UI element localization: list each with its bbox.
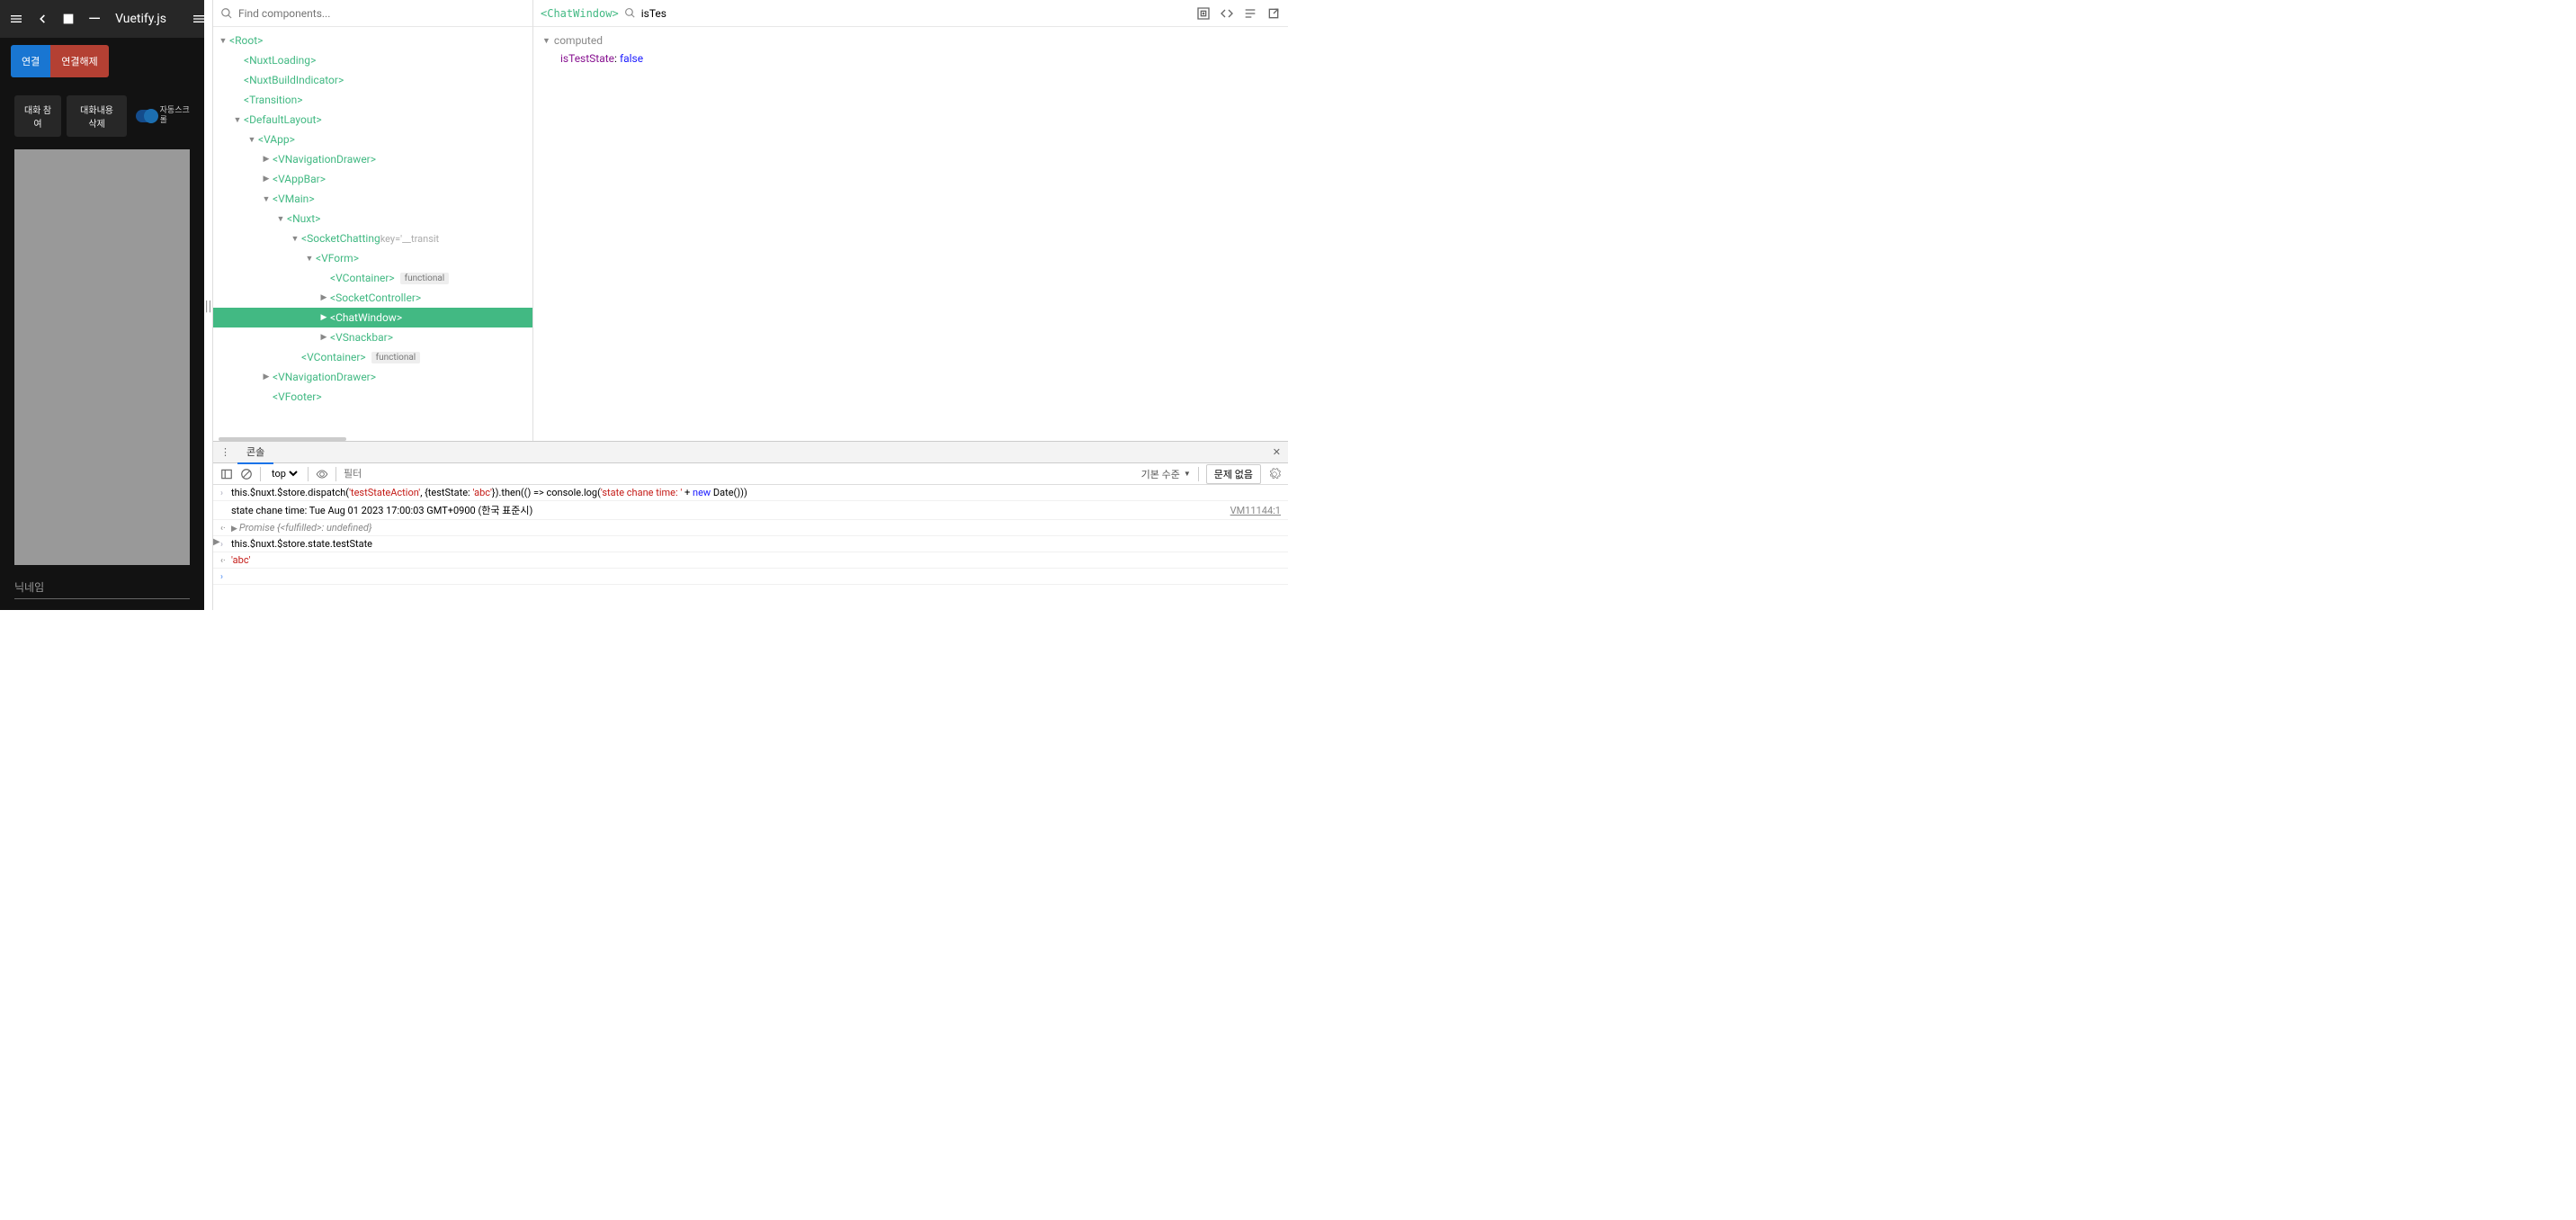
arrow-icon[interactable] (262, 175, 271, 184)
menu-icon[interactable] (9, 10, 23, 28)
source-link[interactable]: VM11144:1 (1230, 505, 1281, 516)
list-icon[interactable] (1243, 6, 1257, 21)
tree-node-nuxt[interactable]: <Nuxt> (213, 209, 532, 229)
app-bar: — Vuetify.js (0, 0, 204, 38)
console-filter-input[interactable] (344, 468, 883, 480)
arrow-icon[interactable] (262, 372, 271, 381)
arrow-icon[interactable] (291, 234, 300, 243)
nickname-label: 닉네임 (14, 581, 44, 594)
arrow-icon[interactable] (319, 293, 328, 302)
console-line[interactable]: ‹· ▶Promise {<fulfilled>: undefined} (213, 520, 1288, 536)
eye-icon[interactable] (316, 468, 328, 480)
console-input[interactable] (231, 570, 1281, 582)
component-search (213, 0, 532, 27)
console-toolbar: top 기본 수준 ▼ 문제 없음 (213, 463, 1288, 485)
issues-button[interactable]: 문제 없음 (1206, 464, 1261, 484)
computed-section[interactable]: ▼ computed (542, 34, 1279, 47)
inspector-tools (1196, 6, 1281, 21)
inspector-body: ▼ computed isTestState: false (533, 27, 1288, 441)
tree-node-vnavigationdrawer[interactable]: <VNavigationDrawer> (213, 367, 532, 387)
tree-node-vcontainer[interactable]: <VContainer>functional (213, 347, 532, 367)
log-level-select[interactable]: 기본 수준 ▼ (1141, 467, 1191, 481)
arrow-icon[interactable] (276, 214, 285, 223)
autoscroll-label: 자동스크롤 (160, 106, 190, 126)
console-tab[interactable]: 콘솔 (237, 441, 273, 464)
tree-node-root[interactable]: <Root> (213, 31, 532, 50)
tree-node-vsnackbar[interactable]: <VSnackbar> (213, 327, 532, 347)
console-input-line[interactable]: › (213, 569, 1288, 585)
arrow-icon[interactable] (247, 135, 256, 144)
more-icon[interactable]: ⋮ (213, 446, 237, 458)
close-icon[interactable]: ✕ (1266, 446, 1288, 458)
gear-icon[interactable] (1268, 468, 1281, 480)
devtools: <Root><NuxtLoading><NuxtBuildIndicator><… (213, 0, 1288, 610)
arrow-icon[interactable] (219, 36, 228, 45)
arrow-icon[interactable] (262, 155, 271, 164)
section-label-text: computed (554, 34, 603, 47)
search-icon (624, 7, 636, 19)
clear-chat-button[interactable]: 대화내용 삭제 (67, 95, 127, 137)
target-icon[interactable] (1196, 6, 1211, 21)
console-line[interactable]: › this.$nuxt.$store.state.testState (213, 536, 1288, 552)
console-line[interactable]: ‹· 'abc' (213, 552, 1288, 569)
tree-node-nuxtbuildindicator[interactable]: <NuxtBuildIndicator> (213, 70, 532, 90)
prop-key: isTestState (560, 52, 614, 65)
tree-node-vcontainer[interactable]: <VContainer>functional (213, 268, 532, 288)
arrow-icon[interactable] (319, 333, 328, 342)
inspector-filter-input[interactable] (641, 7, 713, 20)
app-title: Vuetify.js (115, 12, 166, 26)
connection-buttons: 연결 연결해제 (0, 38, 204, 88)
console-panel: ⋮ 콘솔 ✕ top 기본 수준 ▼ 문제 없음 › this.$nuxt.$s (213, 441, 1288, 610)
console-line[interactable]: state chane time: Tue Aug 01 2023 17:00:… (213, 501, 1288, 520)
component-tree-panel: <Root><NuxtLoading><NuxtBuildIndicator><… (213, 0, 533, 441)
tree-node-chatwindow[interactable]: <ChatWindow> (213, 308, 532, 327)
arrow-icon[interactable] (262, 194, 271, 203)
autoscroll-toggle[interactable] (136, 110, 157, 122)
console-output: › this.$nuxt.$store.dispatch('testStateA… (213, 485, 1288, 610)
dash-icon: — (88, 10, 101, 29)
tree-node-defaultlayout[interactable]: <DefaultLayout> (213, 110, 532, 130)
resize-handle[interactable]: || (204, 0, 213, 610)
tree-node-vfooter[interactable]: <VFooter> (213, 387, 532, 407)
tree-node-vnavigationdrawer[interactable]: <VNavigationDrawer> (213, 149, 532, 169)
window-icon[interactable] (61, 10, 76, 28)
component-search-input[interactable] (238, 7, 525, 20)
autoscroll-toggle-wrap: 자동스크롤 (136, 106, 190, 126)
connect-button[interactable]: 연결 (11, 45, 50, 77)
arrow-icon[interactable] (305, 254, 314, 263)
clear-icon[interactable] (240, 468, 253, 480)
tree-node-vform[interactable]: <VForm> (213, 248, 532, 268)
nickname-field[interactable]: 닉네임 (14, 574, 190, 599)
join-chat-button[interactable]: 대화 참여 (14, 95, 61, 137)
tree-node-socketchatting[interactable]: <SocketChatting key='__transit (213, 229, 532, 248)
devtools-top: <Root><NuxtLoading><NuxtBuildIndicator><… (213, 0, 1288, 441)
computed-property[interactable]: isTestState: false (542, 50, 1279, 67)
popout-icon[interactable] (1266, 6, 1281, 21)
console-line[interactable]: › this.$nuxt.$store.dispatch('testStateA… (213, 485, 1288, 501)
action-row: 대화 참여 대화내용 삭제 자동스크롤 (0, 88, 204, 144)
tree-node-vappbar[interactable]: <VAppBar> (213, 169, 532, 189)
app-preview: — Vuetify.js 연결 연결해제 대화 참여 대화내용 삭제 자동스크롤… (0, 0, 204, 610)
prop-value: false (620, 52, 643, 65)
chat-area (14, 149, 190, 565)
tree-node-socketcontroller[interactable]: <SocketController> (213, 288, 532, 308)
arrow-icon[interactable] (319, 313, 328, 322)
panel-expand-icon[interactable]: ▶ (213, 537, 220, 547)
sidebar-icon[interactable] (220, 468, 233, 480)
selected-component-crumb: <ChatWindow> (541, 7, 619, 20)
tree-node-transition[interactable]: <Transition> (213, 90, 532, 110)
component-tree[interactable]: <Root><NuxtLoading><NuxtBuildIndicator><… (213, 27, 532, 437)
tree-node-vapp[interactable]: <VApp> (213, 130, 532, 149)
arrow-icon[interactable] (233, 115, 242, 124)
back-icon[interactable] (36, 10, 49, 28)
search-icon (220, 7, 233, 20)
tree-node-nuxtloading[interactable]: <NuxtLoading> (213, 50, 532, 70)
disconnect-button[interactable]: 연결해제 (50, 45, 108, 77)
code-icon[interactable] (1220, 6, 1234, 21)
tree-node-vmain[interactable]: <VMain> (213, 189, 532, 209)
inspector-header: <ChatWindow> (533, 0, 1288, 27)
console-tabs: ⋮ 콘솔 ✕ (213, 442, 1288, 463)
context-select[interactable]: top (268, 467, 300, 480)
inspector-panel: <ChatWindow> ▼ computed isTestState: fal… (533, 0, 1288, 441)
